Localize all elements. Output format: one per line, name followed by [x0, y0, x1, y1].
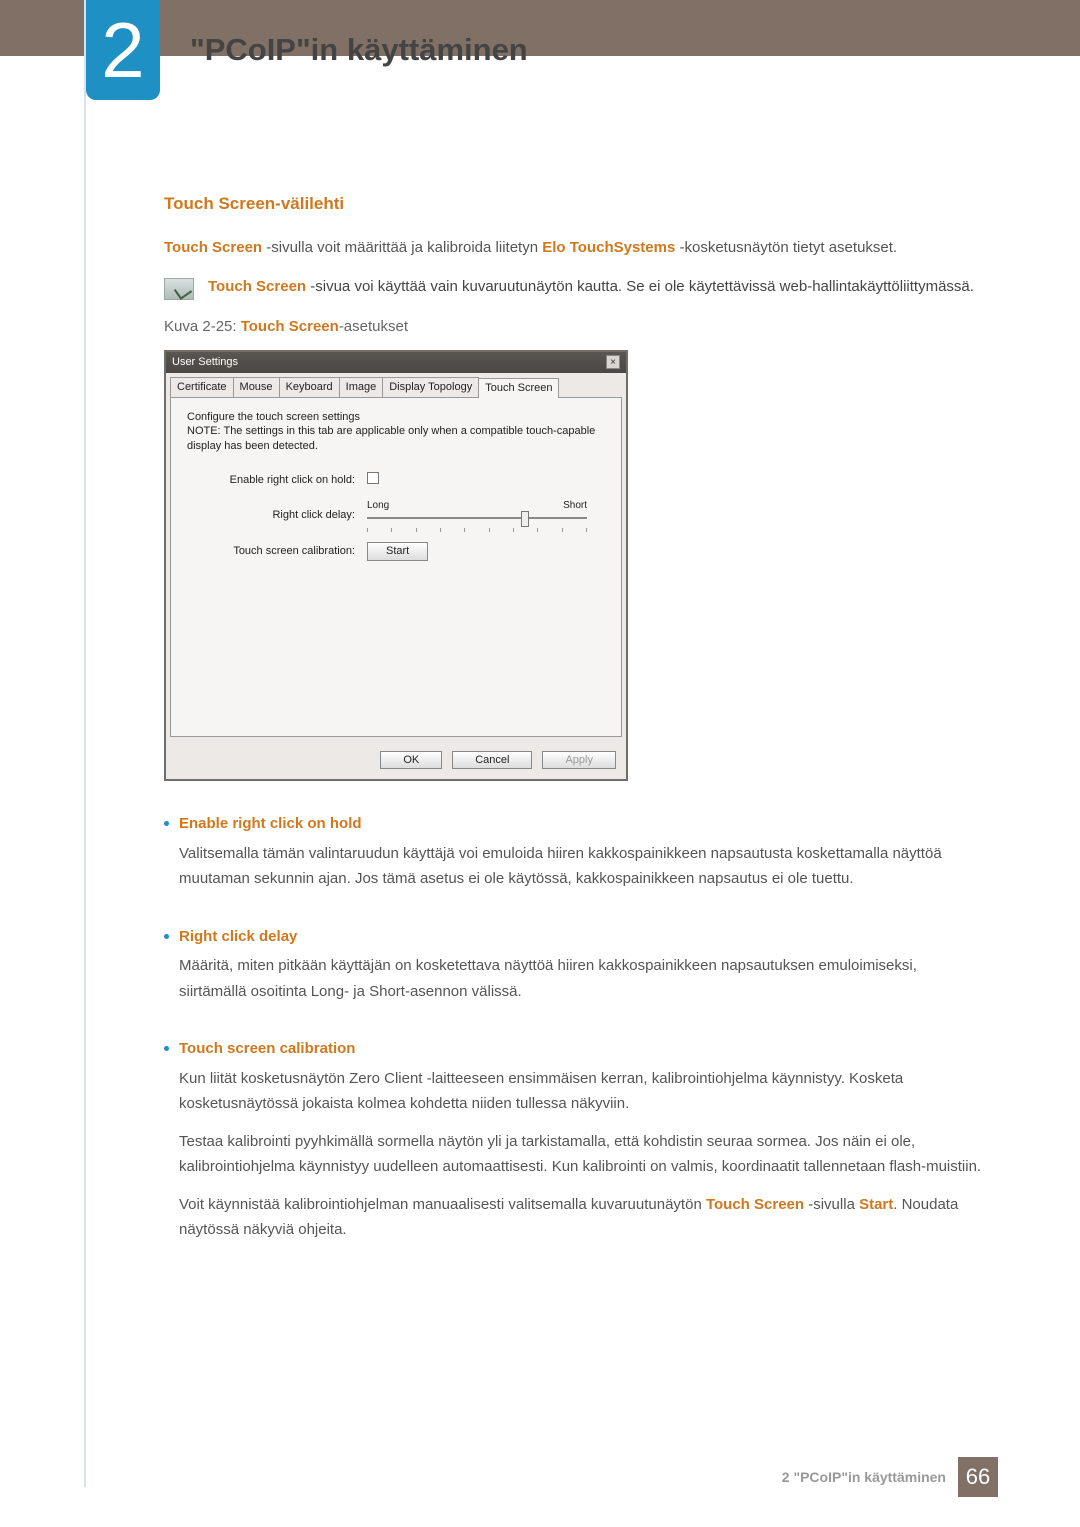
last-h2: Start [859, 1196, 893, 1213]
last-h1: Touch Screen [706, 1196, 804, 1213]
bullet-text: Testaa kalibrointi pyyhkimällä sormella … [179, 1129, 984, 1180]
caption-prefix: Kuva 2-25: [164, 318, 241, 335]
slider-label-short: Short [563, 499, 587, 513]
caption-suffix: -asetukset [339, 318, 408, 335]
tab-row: Certificate Mouse Keyboard Image Display… [166, 373, 626, 397]
tab-mouse[interactable]: Mouse [233, 377, 280, 397]
top-bar [0, 0, 1080, 56]
bullet-title: Touch screen calibration [179, 1036, 984, 1062]
intro-text-1: -sivulla voit määrittää ja kalibroida li… [262, 239, 542, 256]
note-body: -sivua voi käyttää vain kuvaruutunäytön … [306, 278, 974, 295]
config-line-2: NOTE: The settings in this tab are appli… [187, 424, 605, 454]
chapter-number-badge: 2 [86, 0, 160, 100]
cancel-button[interactable]: Cancel [452, 751, 532, 770]
bullet-dot-icon [164, 1046, 169, 1051]
note-highlight: Touch Screen [208, 278, 306, 295]
note-row: Touch Screen -sivua voi käyttää vain kuv… [164, 274, 984, 300]
section-heading: Touch Screen-välilehti [164, 190, 984, 219]
intro-paragraph: Touch Screen -sivulla voit määrittää ja … [164, 235, 984, 261]
tab-touch-screen[interactable]: Touch Screen [478, 378, 559, 398]
tab-keyboard[interactable]: Keyboard [279, 377, 340, 397]
bullet-title: Enable right click on hold [179, 811, 984, 837]
bullet-title: Right click delay [179, 924, 984, 950]
tab-display-topology[interactable]: Display Topology [382, 377, 479, 397]
close-icon[interactable]: × [606, 355, 620, 369]
tab-image[interactable]: Image [339, 377, 384, 397]
calibration-label: Touch screen calibration: [187, 544, 367, 559]
dialog-titlebar: User Settings × [166, 352, 626, 373]
apply-button[interactable]: Apply [542, 751, 616, 770]
page-content: Touch Screen-välilehti Touch Screen -siv… [164, 190, 984, 1275]
bullet-dot-icon [164, 934, 169, 939]
intro-highlight-1: Touch Screen [164, 239, 262, 256]
config-line-1: Configure the touch screen settings [187, 410, 605, 425]
enable-right-click-label: Enable right click on hold: [187, 473, 367, 488]
bullet-text: Valitsemalla tämän valintaruudun käyttäj… [179, 841, 984, 892]
bullet-text-last: Voit käynnistää kalibrointiohjelman manu… [179, 1192, 984, 1243]
right-click-delay-slider[interactable]: Long Short [367, 499, 587, 533]
dialog-buttons: OK Cancel Apply [166, 745, 626, 780]
bullet-calibration: Touch screen calibration Kun liität kosk… [164, 1036, 984, 1255]
note-text: Touch Screen -sivua voi käyttää vain kuv… [208, 274, 974, 300]
page-footer: 2 "PCoIP"in käyttäminen 66 [782, 1457, 998, 1497]
enable-right-click-checkbox[interactable] [367, 472, 379, 484]
config-text: Configure the touch screen settings NOTE… [187, 410, 605, 455]
note-icon [164, 278, 194, 300]
slider-track[interactable] [367, 512, 587, 528]
form-grid: Enable right click on hold: Right click … [187, 472, 605, 561]
dialog-title-text: User Settings [172, 355, 238, 370]
intro-text-2: -kosketusnäytön tietyt asetukset. [675, 239, 897, 256]
bullet-enable-right-click: Enable right click on hold Valitsemalla … [164, 811, 984, 904]
tab-panel: Configure the touch screen settings NOTE… [170, 397, 622, 737]
last-prefix: Voit käynnistää kalibrointiohjelman manu… [179, 1196, 706, 1213]
slider-thumb[interactable] [521, 511, 529, 527]
footer-text: 2 "PCoIP"in käyttäminen [782, 1469, 946, 1485]
tab-certificate[interactable]: Certificate [170, 377, 234, 397]
bullet-text: Kun liität kosketusnäytön Zero Client -l… [179, 1066, 984, 1117]
slider-label-long: Long [367, 499, 389, 513]
start-button[interactable]: Start [367, 542, 428, 561]
chapter-title: "PCoIP"in käyttäminen [190, 32, 528, 68]
ok-button[interactable]: OK [380, 751, 442, 770]
bullet-dot-icon [164, 821, 169, 826]
bullet-text: Määritä, miten pitkään käyttäjän on kosk… [179, 953, 984, 1004]
slider-ticks [367, 528, 587, 532]
page-number: 66 [958, 1457, 998, 1497]
left-margin-rule [84, 0, 86, 1487]
intro-highlight-2: Elo TouchSystems [542, 239, 675, 256]
last-middle: -sivulla [804, 1196, 859, 1213]
right-click-delay-label: Right click delay: [187, 508, 367, 523]
figure-caption: Kuva 2-25: Touch Screen-asetukset [164, 314, 984, 340]
user-settings-dialog: User Settings × Certificate Mouse Keyboa… [164, 350, 628, 782]
bullet-right-click-delay: Right click delay Määritä, miten pitkään… [164, 924, 984, 1017]
caption-highlight: Touch Screen [241, 318, 339, 335]
